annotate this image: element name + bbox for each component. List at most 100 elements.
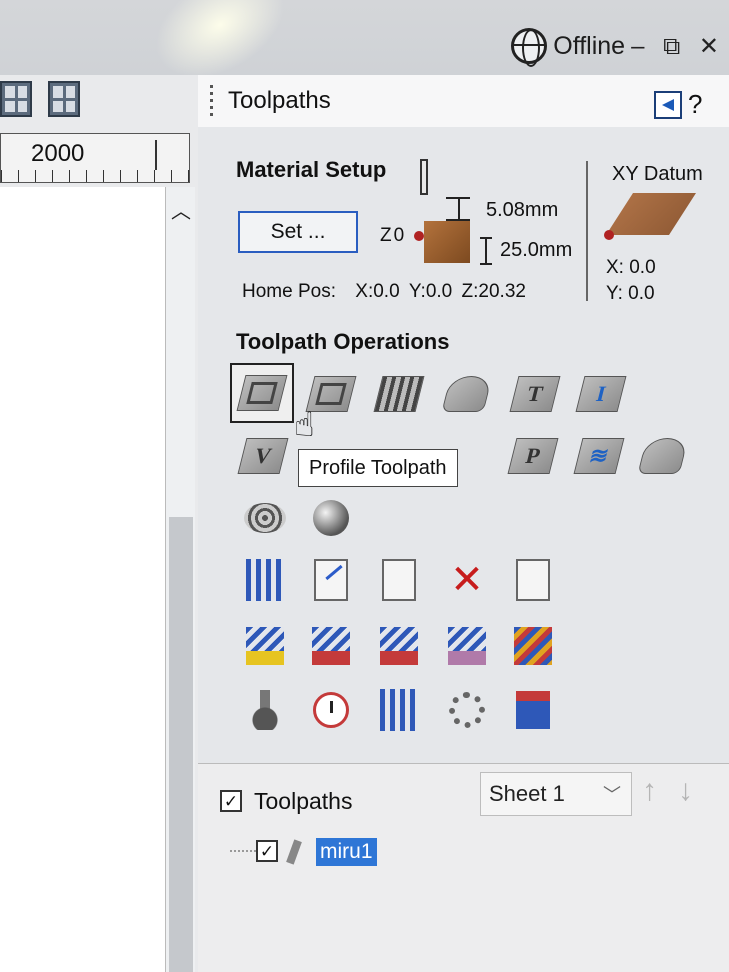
3d-roughing-icon: ≋	[573, 438, 625, 474]
tooltip: Profile Toolpath	[298, 449, 458, 487]
left-panel: 2000 ︿	[0, 75, 198, 972]
vertical-scrollbar[interactable]: ︿	[165, 187, 195, 972]
dimension-bracket-top	[446, 197, 470, 221]
hand-cursor-icon: ☝	[294, 406, 315, 444]
home-pos-label: Home Pos:	[242, 281, 336, 302]
connection-status[interactable]: Offline – ⧉ ✕	[511, 26, 729, 67]
3d-roughing-button[interactable]: ≋	[573, 433, 625, 479]
tool-icon	[420, 159, 428, 195]
3d-finishing-icon	[637, 438, 689, 474]
drawing-area[interactable]	[0, 187, 165, 972]
ruler: 2000	[0, 133, 190, 183]
decal-icon: P	[507, 438, 559, 474]
toolpaths-checkbox[interactable]: ✓	[220, 790, 242, 812]
xy-datum-plate-icon	[606, 193, 696, 235]
edit-gcode-button[interactable]	[306, 555, 356, 605]
preview-yellow-icon	[246, 627, 284, 665]
split-view-icon[interactable]	[48, 81, 80, 117]
set-cutter-button[interactable]	[240, 685, 290, 735]
ruler-marker	[155, 140, 157, 170]
drag-grip[interactable]	[210, 85, 213, 119]
tool-database-icon	[246, 559, 284, 601]
panel-header: Toolpaths ?	[198, 75, 729, 127]
template-button[interactable]	[374, 555, 424, 605]
texture-icon: I	[575, 376, 627, 412]
view-icons	[0, 81, 80, 125]
layout-view-icon[interactable]	[0, 81, 32, 117]
template-icon	[382, 559, 416, 601]
preview-selected-button[interactable]	[306, 621, 356, 671]
preview-purple-button[interactable]	[442, 621, 492, 671]
home-pos-x: X:0.0	[355, 281, 400, 302]
inlay-toolpath-button[interactable]	[441, 371, 493, 417]
thickness-dimension: 25.0mm	[500, 239, 573, 261]
sheet-select-value: Sheet 1	[489, 781, 565, 806]
tool-database-button[interactable]	[240, 555, 290, 605]
delete-icon: ✕	[450, 558, 484, 602]
home-position: Home Pos: X:0.0 Y:0.0 Z:20.32	[242, 281, 526, 303]
xy-datum-dot	[604, 230, 614, 240]
sphere-icon	[313, 500, 349, 536]
merge-toolpaths-button[interactable]	[508, 621, 558, 671]
pin-panel-icon[interactable]	[654, 91, 682, 119]
material-setup-title: Material Setup	[236, 157, 387, 182]
preview-red-icon	[312, 627, 350, 665]
dimension-bracket-bottom	[480, 237, 492, 265]
help-icon[interactable]: ?	[688, 89, 702, 120]
calculator-button[interactable]	[508, 555, 558, 605]
3d-finishing-button[interactable]	[637, 433, 689, 479]
texture-toolpath-button[interactable]: I	[575, 371, 627, 417]
calculator-icon	[516, 559, 550, 601]
sheet-select[interactable]: Sheet 1 ﹀	[480, 772, 632, 816]
xy-datum-x: X: 0.0	[606, 257, 656, 278]
clock-icon	[313, 692, 349, 728]
move-down-icon[interactable]: ↓	[678, 774, 706, 814]
scroll-up-icon[interactable]: ︿	[171, 195, 191, 224]
quick-engrave-icon: T	[509, 376, 561, 412]
sphere-toolpath-button[interactable]	[306, 495, 356, 541]
summary-button[interactable]	[374, 685, 424, 735]
drilling-toolpath-button[interactable]	[373, 371, 425, 417]
inlay-icon	[441, 376, 493, 412]
edit-gcode-icon	[314, 559, 348, 601]
preview-mixed-icon	[380, 627, 418, 665]
offset-dimension: 5.08mm	[486, 199, 559, 221]
tree-connector	[230, 850, 256, 852]
profile-toolpath-button[interactable]	[230, 363, 294, 423]
set-material-button[interactable]: Set ...	[238, 211, 358, 253]
chevron-down-icon: ﹀	[603, 785, 621, 805]
summary-icon	[380, 689, 418, 731]
gear-icon	[449, 692, 485, 728]
ripple-icon	[244, 503, 286, 533]
z-zero-dot	[414, 231, 424, 241]
window-controls[interactable]: – ⧉ ✕	[631, 32, 725, 61]
toolpaths-panel: Toolpaths ? Material Setup Set ... Z0 5.…	[198, 75, 729, 972]
save-toolpath-button[interactable]	[508, 685, 558, 735]
toolpath-operations-title: Toolpath Operations	[236, 329, 450, 354]
toolpath-item-checkbox[interactable]: ✓	[256, 840, 278, 862]
toolpath-list: ✓ Toolpaths Sheet 1 ﹀ ↑ ↓ ✓ miru1	[198, 763, 729, 972]
home-pos-y: Y:0.0	[408, 281, 453, 302]
ripple-toolpath-button[interactable]	[240, 495, 290, 541]
vcarve-toolpath-button[interactable]: V	[237, 433, 289, 479]
panel-title: Toolpaths	[228, 87, 331, 114]
vcarve-icon: V	[237, 438, 289, 474]
scroll-thumb[interactable]	[169, 517, 193, 972]
preview-purple-icon	[448, 627, 486, 665]
time-estimate-button[interactable]	[306, 685, 356, 735]
top-status-bar: Offline – ⧉ ✕	[0, 0, 729, 99]
home-pos-z: Z:20.32	[461, 281, 526, 302]
toolpath-item-name[interactable]: miru1	[316, 838, 377, 866]
delete-toolpath-button[interactable]: ✕	[442, 555, 492, 605]
preview-toolpath-button[interactable]	[240, 621, 290, 671]
settings-button[interactable]	[442, 685, 492, 735]
move-up-icon[interactable]: ↑	[642, 774, 670, 814]
material-block-icon	[424, 221, 470, 263]
decal-toolpath-button[interactable]: P	[507, 433, 559, 479]
quick-engrave-button[interactable]: T	[509, 371, 561, 417]
preview-all-button[interactable]	[374, 621, 424, 671]
offline-label: Offline	[553, 31, 626, 60]
save-icon	[516, 691, 550, 729]
merge-icon	[514, 627, 552, 665]
xy-datum-title: XY Datum	[612, 163, 703, 185]
